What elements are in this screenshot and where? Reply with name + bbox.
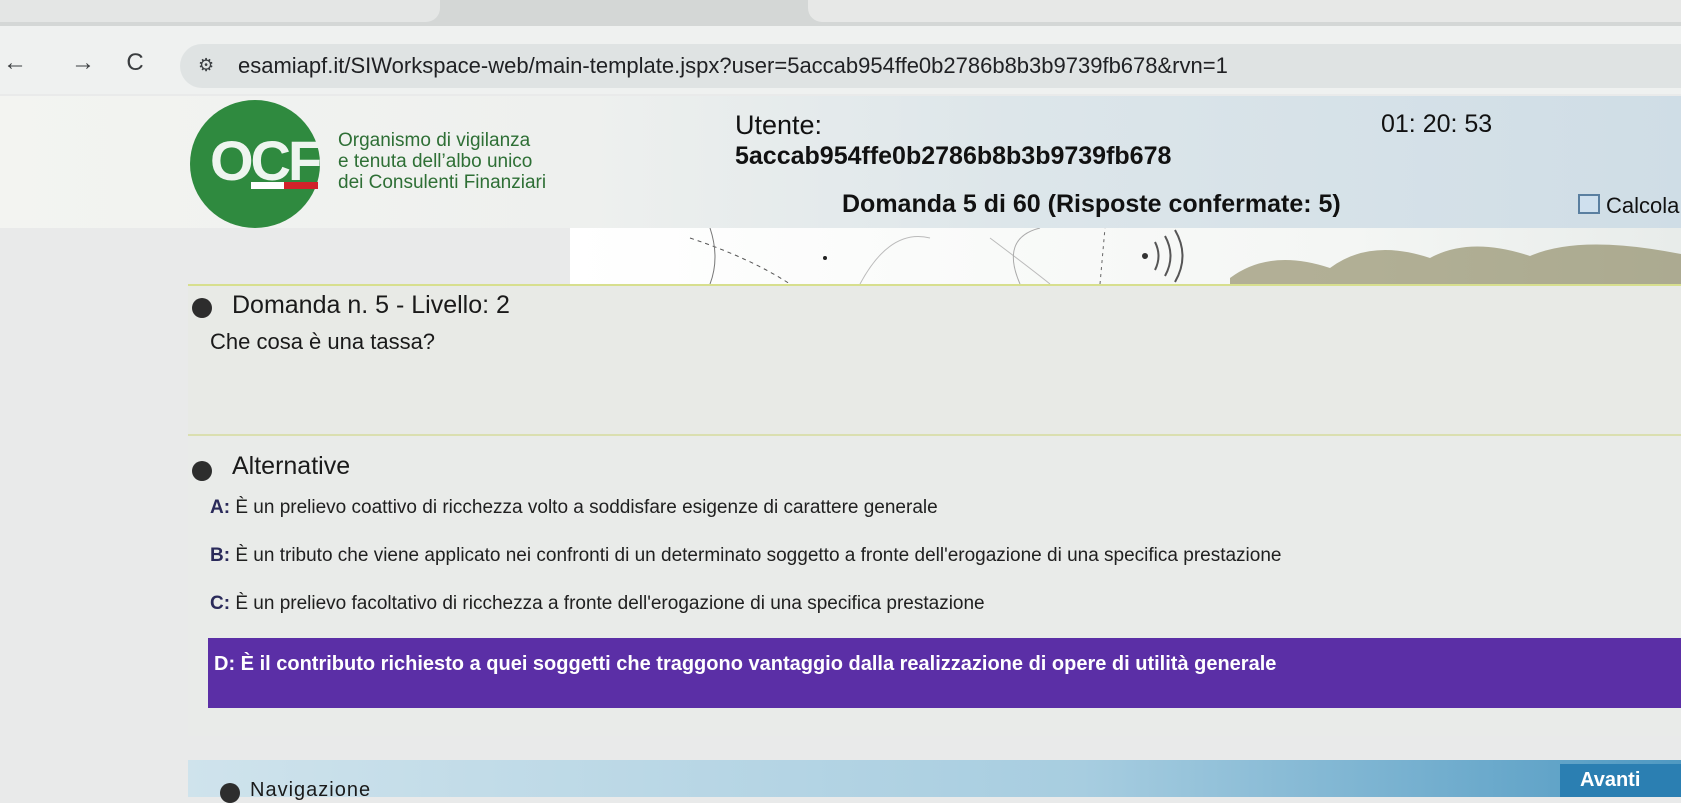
bullet-icon (192, 298, 212, 318)
navigation-bar (188, 760, 1681, 797)
bullet-icon (192, 461, 212, 481)
site-info-icon[interactable]: ⚙ (198, 55, 214, 76)
org-name-line3: dei Consulenti Finanziari (338, 172, 547, 193)
alternatives-title: Alternative (232, 452, 351, 480)
answer-option-c[interactable]: C: È un prelievo facoltativo di ricchezz… (210, 593, 985, 615)
answer-letter: C: (210, 593, 231, 614)
answer-option-d[interactable]: D: È il contributo richiesto a quei sogg… (214, 653, 1276, 676)
answer-letter: A: (210, 497, 231, 518)
back-icon[interactable]: ← (0, 48, 30, 78)
browser-tab-active[interactable] (808, 0, 1681, 22)
next-button[interactable]: Avanti (1560, 764, 1681, 797)
calculator-button[interactable]: Calcola (1606, 193, 1679, 219)
answer-option-b[interactable]: B: È un tributo che viene applicato nei … (210, 545, 1281, 567)
reload-icon[interactable]: C (120, 48, 150, 78)
exam-timer: 01: 20: 53 (1381, 110, 1493, 138)
user-label: Utente: (735, 110, 823, 140)
url-text[interactable]: esamiapf.it/SIWorkspace-web/main-templat… (238, 53, 1228, 79)
bullet-icon (220, 783, 240, 803)
browser-tab[interactable] (0, 0, 440, 22)
question-title: Domanda n. 5 - Livello: 2 (232, 291, 510, 319)
italian-flag-stripe (218, 182, 318, 189)
decorative-banner (570, 228, 1681, 284)
browser-tab-strip (0, 0, 1681, 26)
org-name-line2: e tenuta dell’albo unico (338, 151, 533, 172)
calculator-icon[interactable] (1578, 194, 1600, 214)
question-text: Che cosa è una tassa? (210, 329, 436, 354)
answer-option-a[interactable]: A: È un prelievo coattivo di ricchezza v… (210, 497, 938, 519)
answer-letter: B: (210, 545, 231, 566)
user-id: 5accab954ffe0b2786b8b3b9739fb678 (735, 142, 1172, 170)
question-counter: Domanda 5 di 60 (Risposte confermate: 5) (842, 190, 1341, 218)
answer-text: È un prelievo facoltativo di ricchezza a… (235, 593, 985, 614)
org-name-line1: Organismo di vigilanza (338, 130, 531, 151)
forward-icon[interactable]: → (68, 48, 98, 78)
decorative-drawing (689, 228, 1681, 284)
answer-text: È il contributo richiesto a quei soggett… (240, 653, 1277, 675)
answer-text: È un prelievo coattivo di ricchezza volt… (235, 497, 938, 518)
address-bar[interactable]: ⚙ esamiapf.it/SIWorkspace-web/main-templ… (180, 44, 1681, 88)
navigation-title: Navigazione (250, 779, 372, 801)
answer-text: È un tributo che viene applicato nei con… (235, 545, 1282, 566)
answer-letter: D: (214, 653, 236, 675)
